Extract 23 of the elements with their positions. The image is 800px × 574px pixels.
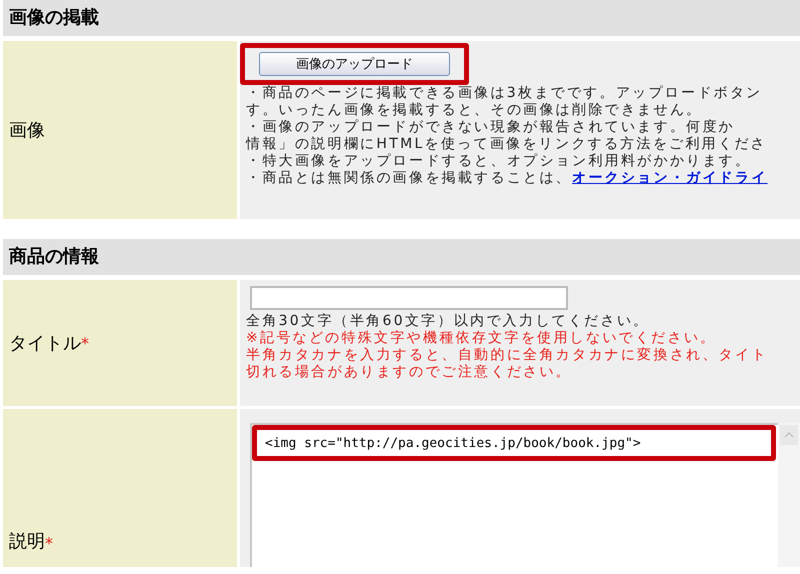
- note-text: 全角30文字（半角60文字）以内で入力してください。: [246, 313, 650, 330]
- field-label: 画像: [9, 119, 45, 142]
- note-text: す。いったん画像を掲載すると、その画像は削除できません。: [246, 102, 704, 119]
- warning-text: 切れる場合がありますのでご注意ください。: [246, 364, 573, 381]
- title-input[interactable]: [250, 286, 568, 310]
- field-label: タイトル: [9, 332, 81, 355]
- warning-text: 半角カタカナを入力すると、自動的に全角カタカナに変換され、タイト: [246, 347, 769, 364]
- upload-button[interactable]: 画像のアップロード: [259, 52, 450, 76]
- section-heading: 商品の情報: [3, 239, 800, 275]
- field-label: 説明: [9, 530, 45, 553]
- note-text: ・特大画像をアップロードすると、オプション利用料がかかります。: [246, 153, 752, 170]
- textarea-value: <img src="http://pa.geocities.jp/book/book.jpg">: [265, 436, 641, 450]
- note-text: ・商品のページに掲載できる画像は3枚までです。アップロードボタン: [246, 85, 764, 102]
- note-text: ・商品とは無関係の画像を掲載することは、オークション・ガイドライ: [246, 170, 769, 187]
- required-mark: *: [45, 534, 53, 553]
- warning-text: ※記号などの特殊文字や機種依存文字を使用しないでください。: [246, 330, 718, 347]
- required-mark: *: [81, 334, 89, 352]
- description-textarea[interactable]: <img src="http://pa.geocities.jp/book/book.jpg">: [250, 423, 778, 567]
- note-text: 情報」の説明欄にHTMLを使って画像をリンクする方法をご利用くださ: [246, 136, 768, 153]
- note-text: ・画像のアップロードができない現象が報告されています。何度か: [246, 119, 736, 136]
- scroll-up-icon[interactable]: [780, 425, 798, 445]
- guideline-link[interactable]: オークション・ガイドライ: [572, 170, 768, 186]
- section-heading: 画像の掲載: [3, 0, 800, 36]
